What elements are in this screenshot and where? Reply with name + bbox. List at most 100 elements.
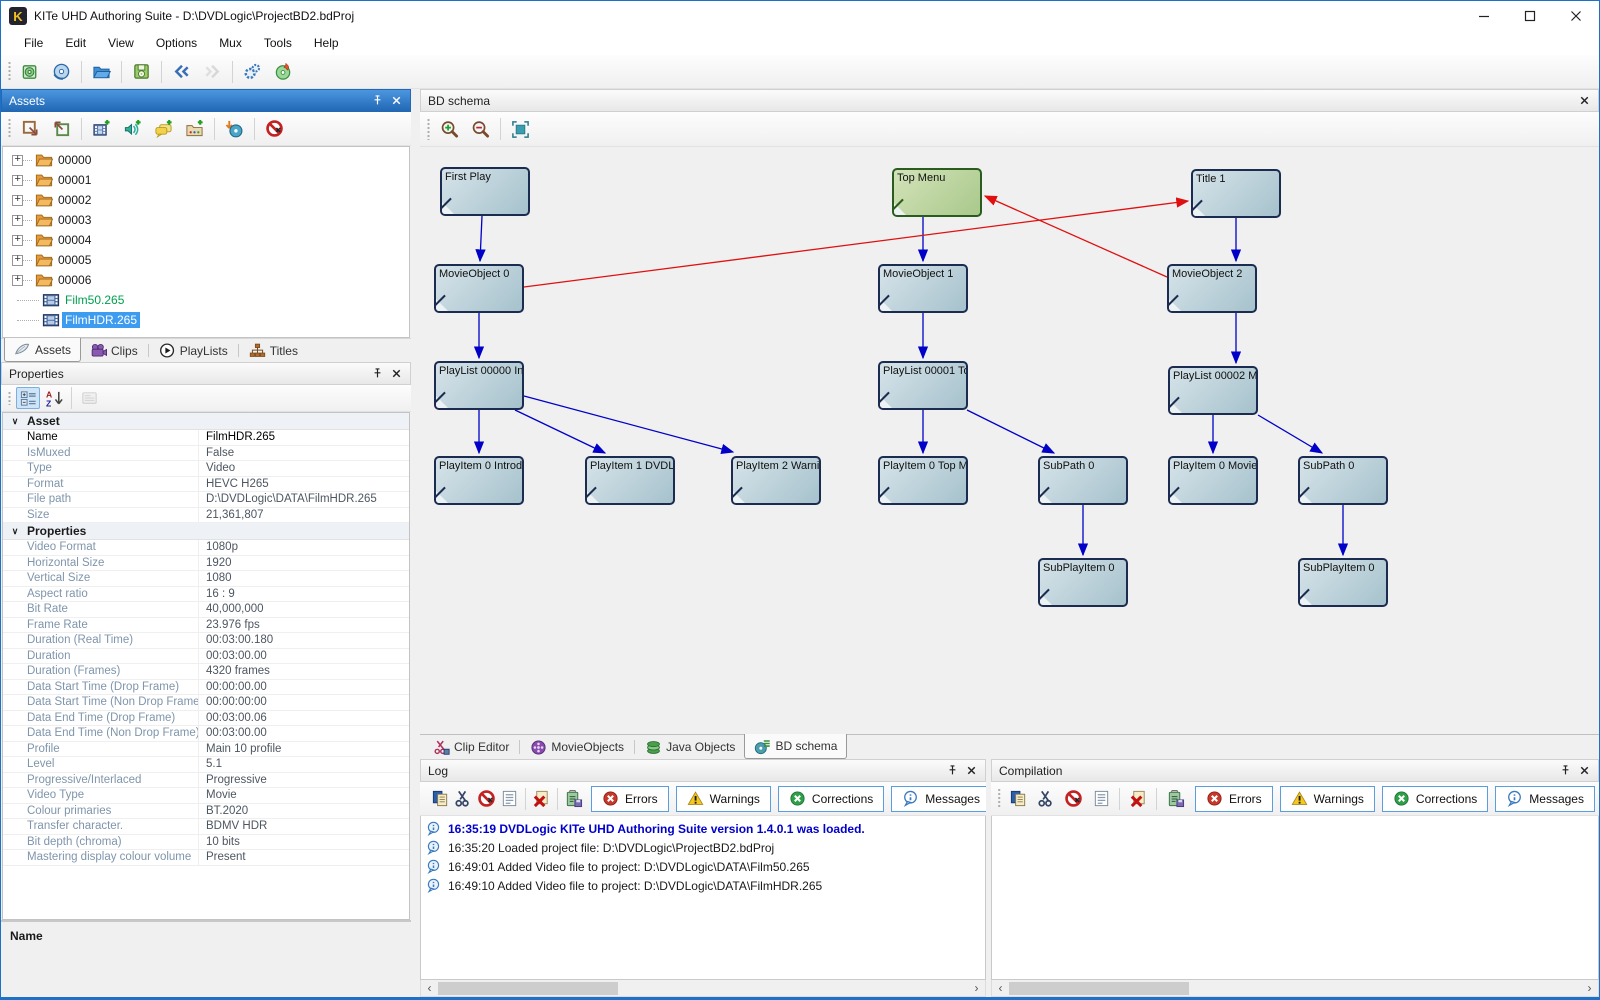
property-row[interactable]: Mastering display colour volumePresent: [3, 850, 409, 866]
property-value[interactable]: HEVC H265: [199, 477, 409, 492]
property-value[interactable]: Video: [199, 461, 409, 476]
tree-file-row[interactable]: Film50.265: [3, 290, 409, 310]
schema-node-playlist-00000[interactable]: PlayList 00000 Introduc: [434, 361, 524, 410]
property-value[interactable]: 23.976 fps: [199, 618, 409, 633]
property-row[interactable]: Video Format1080p: [3, 540, 409, 556]
toolbar-grip[interactable]: [997, 788, 1001, 809]
tree-folder-row[interactable]: 00002: [3, 190, 409, 210]
schema-node-title-1[interactable]: Title 1: [1191, 169, 1281, 218]
property-value[interactable]: 00:03:00.00: [199, 649, 409, 664]
property-value[interactable]: 5.1: [199, 757, 409, 772]
property-value[interactable]: 1920: [199, 556, 409, 571]
property-group-header[interactable]: ∨Asset: [3, 413, 409, 430]
toolbar-grip[interactable]: [7, 391, 12, 405]
property-value[interactable]: 00:03:00.180: [199, 633, 409, 648]
scrollbar-thumb[interactable]: [1009, 982, 1189, 995]
scroll-left-icon[interactable]: ‹: [992, 981, 1009, 996]
errors-toggle-button[interactable]: Errors: [591, 786, 669, 812]
property-row[interactable]: Colour primariesBT.2020: [3, 804, 409, 820]
chevron-down-icon[interactable]: ∨: [3, 413, 27, 429]
clear-button[interactable]: [1125, 785, 1151, 812]
tree-folder-row[interactable]: 00006: [3, 270, 409, 290]
tree-expander-icon[interactable]: [12, 155, 23, 166]
close-icon[interactable]: [1575, 91, 1594, 110]
add-video-button[interactable]: [87, 115, 116, 142]
schema-node-movieobject-1[interactable]: MovieObject 1: [878, 264, 968, 313]
tree-file-row[interactable]: FilmHDR.265: [3, 310, 409, 330]
property-row[interactable]: Video TypeMovie: [3, 788, 409, 804]
menu-help[interactable]: Help: [303, 31, 350, 55]
property-row[interactable]: NameFilmHDR.265: [3, 430, 409, 446]
open-disc-button[interactable]: [47, 58, 76, 85]
add-audio-button[interactable]: [118, 115, 147, 142]
property-value[interactable]: BT.2020: [199, 804, 409, 819]
export-button[interactable]: [16, 115, 45, 142]
cut-button[interactable]: [453, 785, 474, 812]
property-value[interactable]: FilmHDR.265: [199, 430, 409, 445]
select-lines-button[interactable]: [499, 785, 520, 812]
warnings-toggle-button[interactable]: Warnings: [676, 786, 771, 812]
remove-button[interactable]: [260, 115, 289, 142]
clear-button[interactable]: [531, 785, 552, 812]
property-row[interactable]: TypeVideo: [3, 461, 409, 477]
property-value[interactable]: 00:03:00.06: [199, 711, 409, 726]
property-row[interactable]: Bit depth (chroma)10 bits: [3, 835, 409, 851]
scrollbar-thumb[interactable]: [438, 982, 618, 995]
log-message[interactable]: 16:35:20 Loaded project file: D:\DVDLogi…: [426, 838, 980, 857]
property-row[interactable]: Size21,361,807: [3, 508, 409, 524]
property-value[interactable]: 21,361,807: [199, 508, 409, 523]
tab-assets[interactable]: Assets: [4, 338, 81, 362]
redo-button[interactable]: [198, 58, 227, 85]
property-value[interactable]: 4320 frames: [199, 664, 409, 679]
log-message[interactable]: 16:35:19 DVDLogic KITe UHD Authoring Sui…: [426, 819, 980, 838]
tree-folder-row[interactable]: 00005: [3, 250, 409, 270]
schema-node-first-play[interactable]: First Play: [440, 167, 530, 216]
property-pages-button[interactable]: [77, 387, 101, 409]
tree-expander-icon[interactable]: [12, 235, 23, 246]
messages-toggle-button[interactable]: Messages: [891, 786, 991, 812]
property-row[interactable]: Data End Time (Non Drop Frame)00:03:00.0…: [3, 726, 409, 742]
schema-node-subplayitem-0-a[interactable]: SubPlayItem 0: [1038, 558, 1128, 607]
schema-node-movieobject-0[interactable]: MovieObject 0: [434, 264, 524, 313]
menu-tools[interactable]: Tools: [253, 31, 303, 55]
property-row[interactable]: Transfer character.BDMV HDR: [3, 819, 409, 835]
schema-node-playitem-0-introduction[interactable]: PlayItem 0 Introduction: [434, 456, 524, 505]
property-value[interactable]: Progressive: [199, 773, 409, 788]
property-row[interactable]: Duration (Frames)4320 frames: [3, 664, 409, 680]
property-row[interactable]: ProfileMain 10 profile: [3, 742, 409, 758]
doc-tab-java-objects[interactable]: Java Objects: [636, 735, 744, 759]
property-row[interactable]: Vertical Size1080: [3, 571, 409, 587]
remove-button[interactable]: [1061, 785, 1087, 812]
property-row[interactable]: Aspect ratio16 : 9: [3, 587, 409, 603]
schema-node-subplayitem-0-b[interactable]: SubPlayItem 0: [1298, 558, 1388, 607]
schema-node-playlist-00002[interactable]: PlayList 00002 Movie: [1168, 366, 1258, 415]
tree-expander-icon[interactable]: [12, 255, 23, 266]
cut-button[interactable]: [1033, 785, 1059, 812]
tree-folder-row[interactable]: 00001: [3, 170, 409, 190]
errors-toggle-button[interactable]: Errors: [1195, 786, 1273, 812]
chevron-down-icon[interactable]: ∨: [3, 523, 27, 539]
schema-node-subpath-0-a[interactable]: SubPath 0: [1038, 456, 1128, 505]
zoom-in-button[interactable]: [435, 116, 464, 143]
doc-tab-clip-editor[interactable]: Clip Editor: [424, 735, 518, 759]
menu-options[interactable]: Options: [145, 31, 208, 55]
tree-expander-icon[interactable]: [12, 195, 23, 206]
schema-node-playlist-00001[interactable]: PlayList 00001 Top Me: [878, 361, 968, 410]
undo-button[interactable]: [167, 58, 196, 85]
compilation-horizontal-scrollbar[interactable]: ‹ ›: [991, 980, 1599, 997]
property-value[interactable]: False: [199, 446, 409, 461]
property-value[interactable]: Present: [199, 850, 409, 865]
corrections-toggle-button[interactable]: Corrections: [1382, 786, 1488, 812]
property-value[interactable]: D:\DVDLogic\DATA\FilmHDR.265: [199, 492, 409, 507]
property-value[interactable]: 00:00:00:00: [199, 695, 409, 710]
close-icon[interactable]: [387, 364, 406, 383]
import-disc-button[interactable]: [220, 115, 249, 142]
close-icon[interactable]: [1575, 761, 1594, 780]
log-message[interactable]: 16:49:01 Added Video file to project: D:…: [426, 857, 980, 876]
new-project-button[interactable]: [16, 58, 45, 85]
tab-titles[interactable]: Titles: [240, 339, 307, 362]
settings-button[interactable]: [238, 58, 267, 85]
add-clip-button[interactable]: [180, 115, 209, 142]
schema-node-playitem-1-dvdlogic[interactable]: PlayItem 1 DVDLogic: [585, 456, 675, 505]
property-row[interactable]: Progressive/InterlacedProgressive: [3, 773, 409, 789]
